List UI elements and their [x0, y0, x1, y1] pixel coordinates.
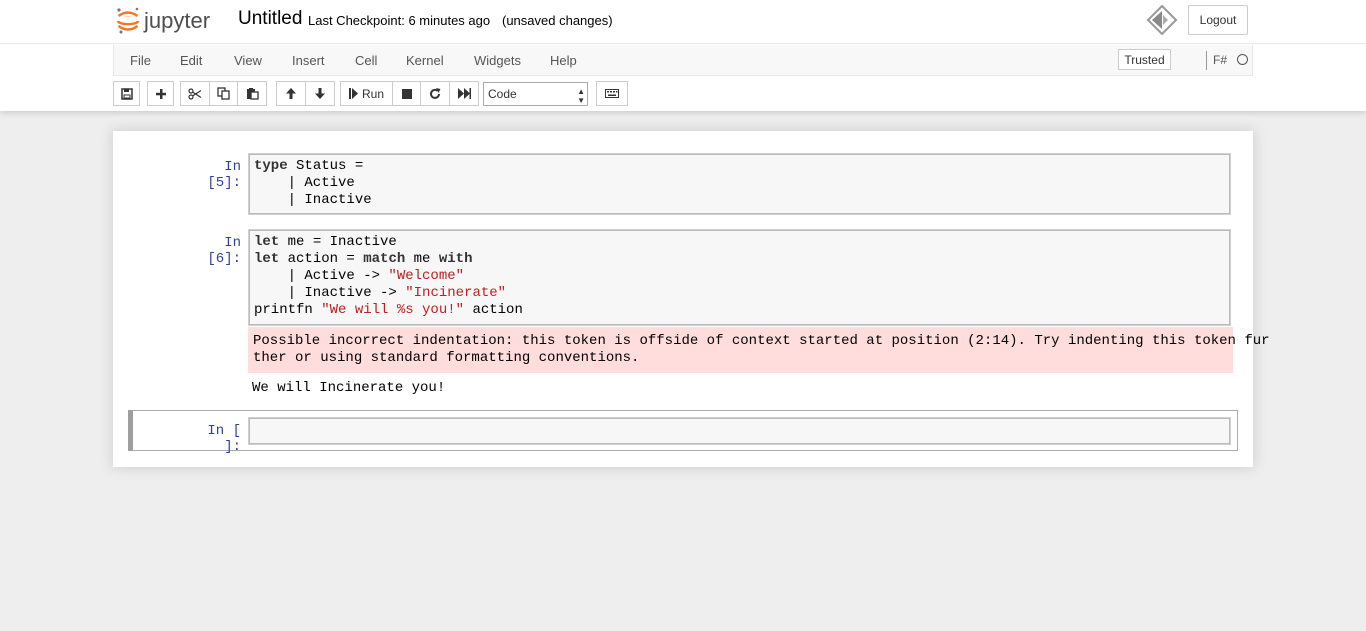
header-top-bar: jupyter Untitled Last Checkpoint: 6 minu…	[0, 0, 1366, 44]
code-token: with	[438, 251, 473, 267]
refresh-icon	[430, 87, 441, 99]
logout-button[interactable]: Logout	[1188, 5, 1248, 35]
scissors-icon	[188, 87, 202, 100]
code-editor[interactable]: let me = Inactive let action = match me w…	[248, 229, 1231, 326]
notebook-container: In [5]: type Status = | Active | Inactiv…	[113, 131, 1270, 467]
menu-widgets[interactable]: Widgets	[474, 53, 521, 68]
command-palette-button[interactable]	[596, 81, 628, 106]
menu-insert[interactable]: Insert	[292, 53, 325, 68]
fast-forward-icon	[457, 88, 471, 99]
save-button[interactable]	[113, 81, 140, 106]
run-button-label: Run	[361, 86, 384, 101]
code-editor[interactable]	[248, 417, 1231, 445]
paste-cells-button[interactable]	[237, 81, 267, 106]
menu-view[interactable]: View	[234, 53, 262, 68]
input-prompt: In [ ]:	[207, 423, 241, 455]
menu-cell[interactable]: Cell	[355, 53, 377, 68]
cut-cells-button[interactable]	[180, 81, 210, 106]
cell-type-value: Code	[488, 87, 517, 101]
save-icon	[120, 87, 133, 100]
code-token: me = Inactive	[279, 234, 397, 250]
kernel-idle-indicator-icon	[1237, 54, 1248, 65]
jupyter-logo-text: jupyter	[143, 8, 210, 33]
code-token: "We will %s you!"	[321, 302, 465, 318]
last-checkpoint: Last Checkpoint: 6 minutes ago	[308, 13, 491, 28]
stderr-output: Possible incorrect indentation: this tok…	[248, 327, 1270, 373]
input-prompt: In [5]:	[207, 159, 241, 191]
input-prompt: In [6]:	[207, 235, 241, 267]
fsharp-kernel-logo-icon	[1146, 4, 1178, 36]
trusted-notebook-indicator[interactable]: Trusted	[1118, 49, 1171, 70]
kernel-name[interactable]: F#	[1213, 53, 1227, 67]
code-token: action =	[279, 251, 364, 267]
code-line: | Active -> "Welcome"	[254, 268, 1225, 285]
step-forward-icon	[348, 88, 358, 99]
menu-kernel[interactable]: Kernel	[406, 53, 444, 68]
interrupt-kernel-button[interactable]	[392, 81, 421, 106]
arrow-down-icon	[315, 88, 325, 99]
code-token: let	[254, 251, 280, 267]
plus-icon	[155, 88, 166, 99]
header: jupyter Untitled Last Checkpoint: 6 minu…	[0, 0, 1366, 111]
code-token: | Active ->	[254, 268, 389, 284]
cell-type-select[interactable]: Code ▲ ▼	[483, 82, 588, 106]
restart-run-all-button[interactable]	[449, 81, 479, 106]
paste-icon	[246, 88, 259, 100]
menu-file[interactable]: File	[130, 53, 151, 68]
arrow-up-icon	[286, 88, 296, 99]
move-cell-up-button[interactable]	[276, 81, 306, 106]
code-editor[interactable]: type Status = | Active | Inactive	[248, 153, 1231, 215]
restart-kernel-button[interactable]	[420, 81, 450, 106]
code-line: let me = Inactive	[254, 234, 1225, 251]
run-button[interactable]: Run	[340, 81, 393, 106]
toolbar: Run Code ▲ ▼	[113, 81, 1253, 107]
code-token: me	[405, 251, 439, 267]
stderr-line: ther or using standard formatting conven…	[253, 350, 640, 366]
code-line: let action = match me with	[254, 251, 1225, 268]
menu-edit[interactable]: Edit	[180, 53, 202, 68]
code-token: | Active	[254, 175, 355, 191]
copy-icon	[217, 87, 230, 100]
code-token: "Incinerate"	[405, 285, 507, 301]
code-token: | Inactive	[254, 192, 372, 208]
code-token: type	[254, 158, 288, 174]
insert-cell-below-button[interactable]	[147, 81, 174, 106]
code-line: | Inactive -> "Incinerate"	[254, 285, 1225, 302]
move-cell-down-button[interactable]	[305, 81, 335, 106]
code-line: | Inactive	[254, 192, 1225, 209]
code-line: printfn "We will %s you!" action	[254, 302, 1225, 319]
code-token: printfn	[254, 302, 322, 318]
stop-icon	[401, 88, 412, 99]
menubar: File Edit View Insert Cell Kernel Widget…	[113, 45, 1253, 76]
jupyter-logo[interactable]: jupyter	[116, 5, 228, 35]
menu-help[interactable]: Help	[550, 53, 577, 68]
code-line: | Active	[254, 175, 1225, 192]
code-token: "Welcome"	[388, 268, 465, 284]
autosave-status: (unsaved changes)	[502, 13, 613, 28]
code-token: action	[464, 302, 523, 318]
copy-cells-button[interactable]	[209, 81, 238, 106]
code-line: type Status =	[254, 158, 1225, 175]
keyboard-icon	[605, 89, 619, 98]
menubar-divider	[1206, 51, 1207, 70]
code-token: Status =	[287, 158, 364, 174]
stderr-line: Possible incorrect indentation: this tok…	[253, 333, 1270, 349]
stdout-output: We will Incinerate you!	[252, 380, 446, 396]
select-caret-icon: ▲ ▼	[577, 87, 585, 105]
code-token: match	[363, 251, 406, 267]
code-token: let	[254, 234, 280, 250]
notebook-title[interactable]: Untitled	[238, 8, 302, 30]
code-token: | Inactive ->	[254, 285, 406, 301]
